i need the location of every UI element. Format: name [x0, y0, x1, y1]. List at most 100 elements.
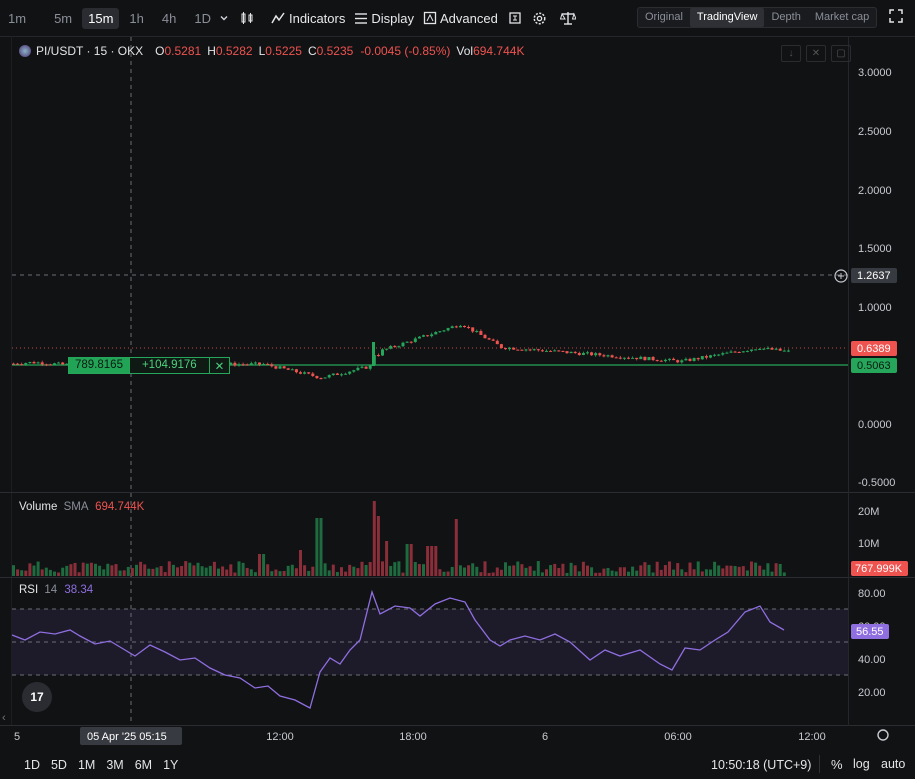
collapse-icon[interactable]: ✕	[806, 45, 826, 62]
display-button[interactable]: Display	[354, 11, 414, 26]
settings-gear-icon[interactable]	[532, 11, 547, 26]
candle	[57, 362, 61, 364]
volume-bar	[713, 561, 717, 576]
volume-bar	[745, 570, 749, 576]
volume-bar	[249, 569, 253, 576]
range-1y[interactable]: 1Y	[163, 758, 178, 772]
volume-bar	[409, 544, 413, 576]
log-scale-toggle[interactable]: log	[853, 757, 870, 771]
volume-bar	[237, 561, 241, 576]
candle	[676, 360, 680, 363]
position-line-label[interactable]: 789.8165 +104.9176 ✕	[68, 357, 231, 374]
tf-1d[interactable]: 1D	[188, 8, 217, 29]
percent-scale-toggle[interactable]: %	[831, 757, 843, 772]
tf-5m[interactable]: 5m	[48, 8, 78, 29]
maximize-icon[interactable]: ▢	[831, 45, 851, 62]
compare-scale-icon[interactable]	[559, 11, 576, 25]
volume-bar	[610, 570, 614, 576]
candle	[643, 356, 647, 361]
volume-bar	[188, 562, 192, 576]
candle	[12, 363, 15, 365]
candle	[286, 368, 290, 370]
volume-bar	[65, 565, 69, 576]
volume-bar	[270, 571, 274, 576]
symbol-label[interactable]: PI/USDT · 15 · OKX	[36, 44, 143, 58]
candle	[53, 363, 56, 365]
volume-bar	[594, 572, 598, 576]
tf-4h[interactable]: 4h	[156, 8, 182, 29]
tf-15m[interactable]: 15m	[82, 7, 120, 29]
volume-bar	[754, 562, 758, 576]
candle	[282, 366, 286, 369]
volume-bar	[635, 570, 639, 576]
indicators-button[interactable]: Indicators	[271, 11, 345, 26]
candle	[356, 367, 360, 371]
screenshot-icon[interactable]	[508, 11, 522, 25]
candle	[28, 361, 32, 363]
chart-canvas[interactable]: 3.0000 2.5000 2.0000 1.5000 1.0000 0.0000 -0.5…	[0, 0, 915, 779]
tab-depth[interactable]: Depth	[764, 8, 807, 27]
volume-axis-tick: 10M	[858, 538, 879, 550]
candle	[487, 338, 491, 340]
volume-bar	[151, 568, 155, 576]
candle	[586, 352, 589, 354]
range-1d[interactable]: 1D	[24, 758, 40, 772]
candle	[495, 340, 499, 345]
volume-bar	[717, 565, 721, 576]
volume-bar	[12, 565, 15, 576]
fullscreen-icon[interactable]	[889, 9, 903, 28]
candle	[36, 362, 40, 364]
volume-bar	[167, 561, 171, 576]
scroll-left-icon[interactable]: ‹	[2, 712, 6, 724]
advanced-button[interactable]: Advanced	[423, 11, 498, 26]
candle	[364, 366, 368, 369]
range-1m[interactable]: 1M	[78, 758, 95, 772]
candle	[512, 347, 516, 350]
volume-bar	[147, 568, 151, 576]
candle	[48, 364, 52, 366]
candle	[540, 350, 544, 352]
volume-bar	[602, 568, 606, 576]
volume-bar	[94, 563, 97, 576]
candle	[553, 350, 557, 352]
candle	[331, 373, 335, 376]
candle	[668, 358, 671, 360]
range-5d[interactable]: 5D	[51, 758, 67, 772]
tab-tradingview[interactable]: TradingView	[689, 8, 765, 27]
volume-bar	[139, 561, 143, 576]
tf-1h[interactable]: 1h	[123, 8, 149, 29]
time-axis-divider	[0, 725, 915, 726]
volume-bar	[606, 567, 610, 576]
divider	[819, 755, 820, 773]
volume-bar	[294, 568, 298, 576]
clock[interactable]: 10:50:18 (UTC+9)	[711, 758, 811, 772]
auto-scale-toggle[interactable]: auto	[881, 757, 905, 771]
candle	[565, 351, 569, 354]
volume-bar	[323, 563, 327, 576]
tf-1m[interactable]: 1m	[2, 8, 32, 29]
candle	[504, 348, 507, 350]
tab-market-cap[interactable]: Market cap	[808, 8, 876, 27]
range-3m[interactable]: 3M	[106, 758, 123, 772]
candle	[434, 332, 438, 335]
range-6m[interactable]: 6M	[135, 758, 152, 772]
candle-type-icon[interactable]	[239, 10, 255, 26]
candle	[16, 363, 20, 365]
volume-bar	[262, 554, 266, 576]
pi-coin-icon	[19, 45, 31, 57]
volume-bar	[581, 561, 585, 576]
low-label: L	[258, 44, 266, 58]
timeframe-chevron-down-icon[interactable]	[219, 13, 229, 23]
volume-bar	[16, 569, 20, 576]
move-down-icon[interactable]: ↓	[781, 45, 801, 62]
close-position-icon[interactable]: ✕	[208, 358, 230, 373]
volume-bar	[155, 567, 159, 576]
volume-bar	[69, 564, 73, 576]
volume-bar	[549, 565, 553, 576]
volume-bar	[651, 572, 655, 576]
tab-original[interactable]: Original	[638, 8, 690, 27]
candle	[430, 334, 434, 337]
advanced-label: Advanced	[439, 10, 498, 26]
tradingview-logo[interactable]: 17	[22, 682, 52, 712]
volume-bar	[737, 566, 741, 576]
